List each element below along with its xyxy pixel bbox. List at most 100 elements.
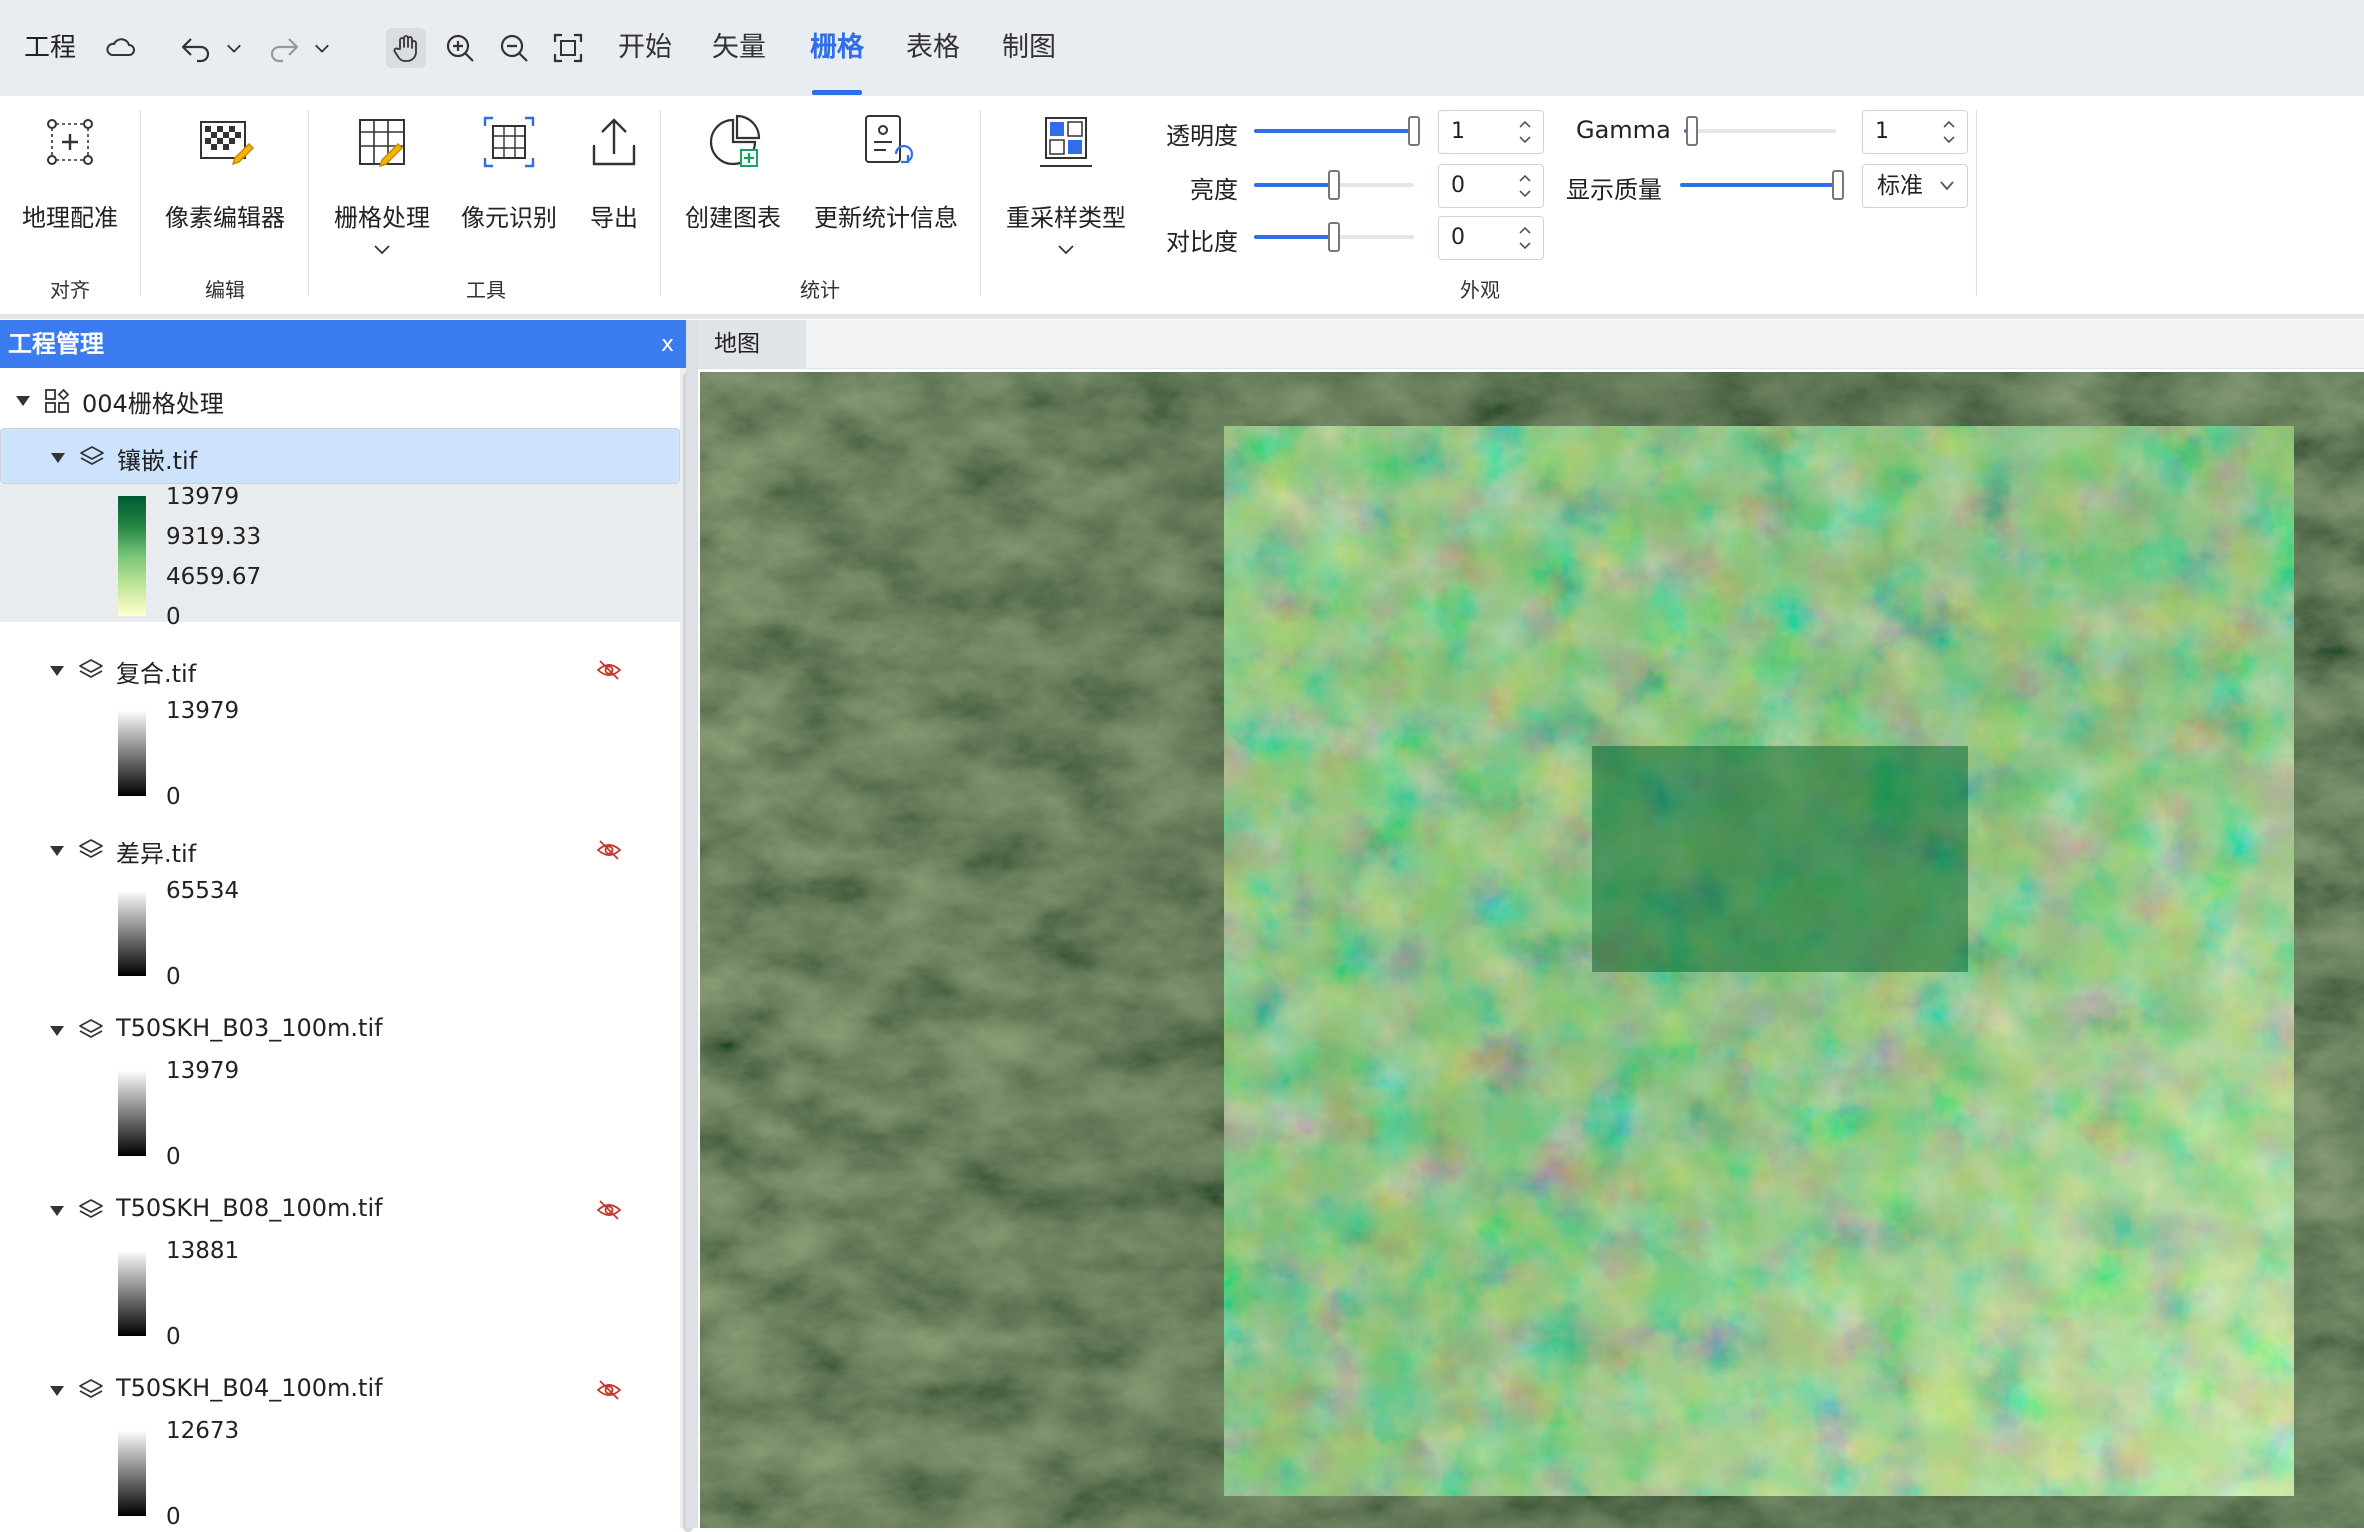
layer-stack-icon <box>80 446 104 465</box>
eye-hidden-icon[interactable] <box>596 658 622 682</box>
slider-handle[interactable] <box>1328 222 1340 252</box>
legend-value: 0 <box>166 1144 181 1170</box>
map-svg[interactable] <box>700 372 2364 1528</box>
pixel-editor-icon <box>200 121 255 166</box>
layer-stack-icon <box>79 1379 103 1398</box>
layer-row[interactable]: 复合.tif <box>0 642 680 698</box>
layer-name: T50SKH_B03_100m.tif <box>116 1014 383 1042</box>
legend-value: 13881 <box>166 1238 240 1264</box>
create-chart-button[interactable]: 创建图表 <box>680 112 786 262</box>
pixel-editor-button[interactable]: 像素编辑器 <box>160 112 290 262</box>
caret-down-icon[interactable] <box>48 844 66 858</box>
pixel-identify-label: 像元识别 <box>461 204 557 232</box>
layer-row[interactable]: T50SKH_B08_100m.tif <box>0 1182 680 1238</box>
tab-table[interactable]: 表格 <box>906 26 960 70</box>
slider-handle[interactable] <box>1408 116 1420 146</box>
group-separator <box>980 110 981 296</box>
project-name: 004栅格处理 <box>82 390 224 418</box>
gray-color-ramp <box>118 1250 146 1336</box>
transparency-slider[interactable] <box>1254 116 1420 146</box>
chevron-down-icon[interactable] <box>310 28 334 68</box>
zoom-in-icon[interactable] <box>440 28 480 68</box>
legend-value: 0 <box>166 1504 181 1530</box>
layer-stack-icon <box>79 839 103 858</box>
legend-value: 12673 <box>166 1418 240 1444</box>
brightness-slider[interactable] <box>1254 170 1414 200</box>
gamma-input[interactable]: 1 <box>1862 110 1968 154</box>
tab-start[interactable]: 开始 <box>618 26 672 70</box>
tab-map[interactable]: 地图 <box>698 320 806 368</box>
group-separator <box>308 110 309 296</box>
caret-down-icon[interactable] <box>48 1384 66 1398</box>
layer-stack-icon <box>79 1019 103 1038</box>
display-quality-value: 标准 <box>1877 173 1923 199</box>
tab-raster[interactable]: 栅格 <box>810 26 864 70</box>
caret-down-icon[interactable] <box>48 664 66 678</box>
pan-hand-icon[interactable] <box>386 28 426 68</box>
raster-processing-label: 栅格处理 <box>334 204 430 232</box>
georeference-button[interactable]: 地理配准 <box>14 112 126 262</box>
update-stats-icon <box>865 115 914 164</box>
export-button[interactable]: 导出 <box>576 112 652 262</box>
tab-mapping[interactable]: 制图 <box>1002 26 1056 70</box>
group-separator <box>660 110 661 296</box>
eye-hidden-icon[interactable] <box>596 838 622 862</box>
layer-row[interactable]: 差异.tif <box>0 822 680 878</box>
brightness-input[interactable]: 0 <box>1438 164 1544 208</box>
active-tab-indicator <box>812 90 862 95</box>
gray-color-ramp <box>118 890 146 976</box>
layer-row[interactable]: T50SKH_B04_100m.tif <box>0 1362 680 1418</box>
legend-value: 13979 <box>166 484 240 510</box>
map-canvas[interactable] <box>700 372 2364 1528</box>
project-manager-panel: 工程管理 x 004栅格处理 镶嵌.tif 13979 9319.33 4659.67… <box>0 320 696 1532</box>
caret-down-icon[interactable] <box>49 451 67 465</box>
create-chart-icon <box>709 114 761 167</box>
gray-color-ramp <box>118 1430 146 1516</box>
stepper-arrows-icon[interactable] <box>1517 171 1533 201</box>
contrast-slider[interactable] <box>1254 222 1414 252</box>
redo-icon[interactable] <box>264 28 304 68</box>
project-menu[interactable]: 工程 <box>24 26 76 70</box>
zoom-out-icon[interactable] <box>494 28 534 68</box>
layer-row[interactable]: T50SKH_B03_100m.tif <box>0 1002 680 1058</box>
panel-splitter[interactable] <box>686 320 698 1528</box>
layer-row[interactable]: 镶嵌.tif <box>0 428 680 484</box>
slider-handle[interactable] <box>1832 170 1844 200</box>
caret-down-icon[interactable] <box>48 1204 66 1218</box>
chevron-down-icon[interactable] <box>222 28 246 68</box>
update-stats-button[interactable]: 更新统计信息 <box>806 112 966 262</box>
layer-stack-icon <box>79 1199 103 1218</box>
gamma-slider[interactable] <box>1684 116 1836 146</box>
display-quality-slider[interactable] <box>1680 170 1844 200</box>
display-quality-select[interactable]: 标准 <box>1862 164 1968 208</box>
undo-icon[interactable] <box>176 28 216 68</box>
caret-down-icon[interactable] <box>48 1024 66 1038</box>
contrast-input[interactable]: 0 <box>1438 216 1544 260</box>
transparency-input[interactable]: 1 <box>1438 110 1544 154</box>
full-extent-icon[interactable] <box>548 28 588 68</box>
eye-hidden-icon[interactable] <box>596 1198 622 1222</box>
gamma-value: 1 <box>1875 119 1889 144</box>
stepper-arrows-icon[interactable] <box>1517 117 1533 147</box>
group-separator <box>1976 110 1977 296</box>
tab-vector[interactable]: 矢量 <box>712 26 766 70</box>
project-root-row[interactable]: 004栅格处理 <box>0 372 680 428</box>
slider-handle[interactable] <box>1328 170 1340 200</box>
caret-down-icon[interactable] <box>14 394 32 408</box>
pixel-identify-button[interactable]: 像元识别 <box>454 112 564 262</box>
resample-type-button[interactable]: 重采样类型 <box>1000 112 1132 262</box>
layer-stack-icon <box>79 659 103 678</box>
legend-value: 0 <box>166 784 181 810</box>
stepper-arrows-icon[interactable] <box>1517 223 1533 253</box>
stepper-arrows-icon[interactable] <box>1941 117 1957 147</box>
legend-value: 0 <box>166 604 181 630</box>
eye-hidden-icon[interactable] <box>596 1378 622 1402</box>
slider-handle[interactable] <box>1685 116 1698 146</box>
raster-processing-button[interactable]: 栅格处理 <box>326 112 438 262</box>
green-color-ramp <box>118 496 146 616</box>
chevron-down-icon <box>1058 245 1074 255</box>
cloud-icon[interactable] <box>100 28 140 68</box>
legend-value: 13979 <box>166 1058 240 1084</box>
resample-type-icon <box>1040 117 1092 167</box>
close-icon[interactable]: x <box>661 320 674 370</box>
